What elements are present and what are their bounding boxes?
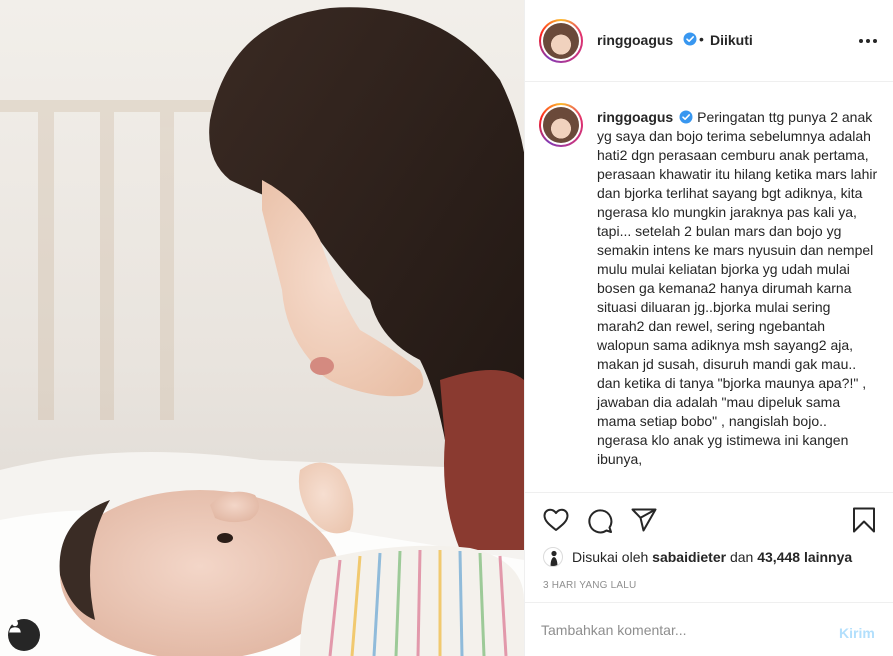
caption-section: ringgoagus Peringatan ttg punya 2 anak y… xyxy=(525,83,893,492)
comment-form: Kirim xyxy=(525,602,893,656)
photo-illustration xyxy=(0,0,524,656)
follow-status-button[interactable]: Diikuti xyxy=(710,32,753,48)
verified-badge-icon xyxy=(683,32,697,46)
likes-prefix: Disukai oleh xyxy=(572,549,649,565)
post-actions: Disukai oleh sabaidieter dan 43,448 lain… xyxy=(525,492,893,602)
comment-input[interactable] xyxy=(541,620,831,640)
verified-badge-icon xyxy=(679,110,693,124)
bookmark-icon[interactable] xyxy=(852,507,876,533)
post-timestamp[interactable]: 3 HARI YANG LALU xyxy=(543,580,636,591)
caption-text: ringgoagus Peringatan ttg punya 2 anak y… xyxy=(597,108,879,469)
more-options-icon[interactable] xyxy=(855,30,881,52)
liker-username[interactable]: sabaidieter xyxy=(652,549,726,565)
header-username[interactable]: ringgoagus xyxy=(597,32,673,48)
caption-username[interactable]: ringgoagus xyxy=(597,109,673,125)
share-icon[interactable] xyxy=(631,508,657,532)
post-photo[interactable] xyxy=(0,0,524,656)
liker-avatar[interactable] xyxy=(543,547,563,567)
comment-icon[interactable] xyxy=(587,508,613,534)
post-comment-button[interactable]: Kirim xyxy=(839,625,875,641)
caption-avatar[interactable] xyxy=(539,103,583,147)
likes-text: Disukai oleh sabaidieter dan 43,448 lain… xyxy=(572,549,852,565)
likes-row: Disukai oleh sabaidieter dan 43,448 lain… xyxy=(543,547,852,567)
avatar[interactable] xyxy=(539,19,583,63)
post-sidebar: ringgoagus • Diikuti ringgoagus Peringat… xyxy=(524,0,893,656)
heart-icon[interactable] xyxy=(543,508,569,532)
post-header: ringgoagus • Diikuti xyxy=(525,0,893,82)
header-separator: • xyxy=(699,31,704,47)
likes-connector: dan xyxy=(729,549,754,565)
likes-count[interactable]: 43,448 lainnya xyxy=(757,549,852,565)
caption-body: Peringatan ttg punya 2 anak yg saya dan … xyxy=(597,109,878,467)
user-tag-icon[interactable] xyxy=(8,619,40,651)
